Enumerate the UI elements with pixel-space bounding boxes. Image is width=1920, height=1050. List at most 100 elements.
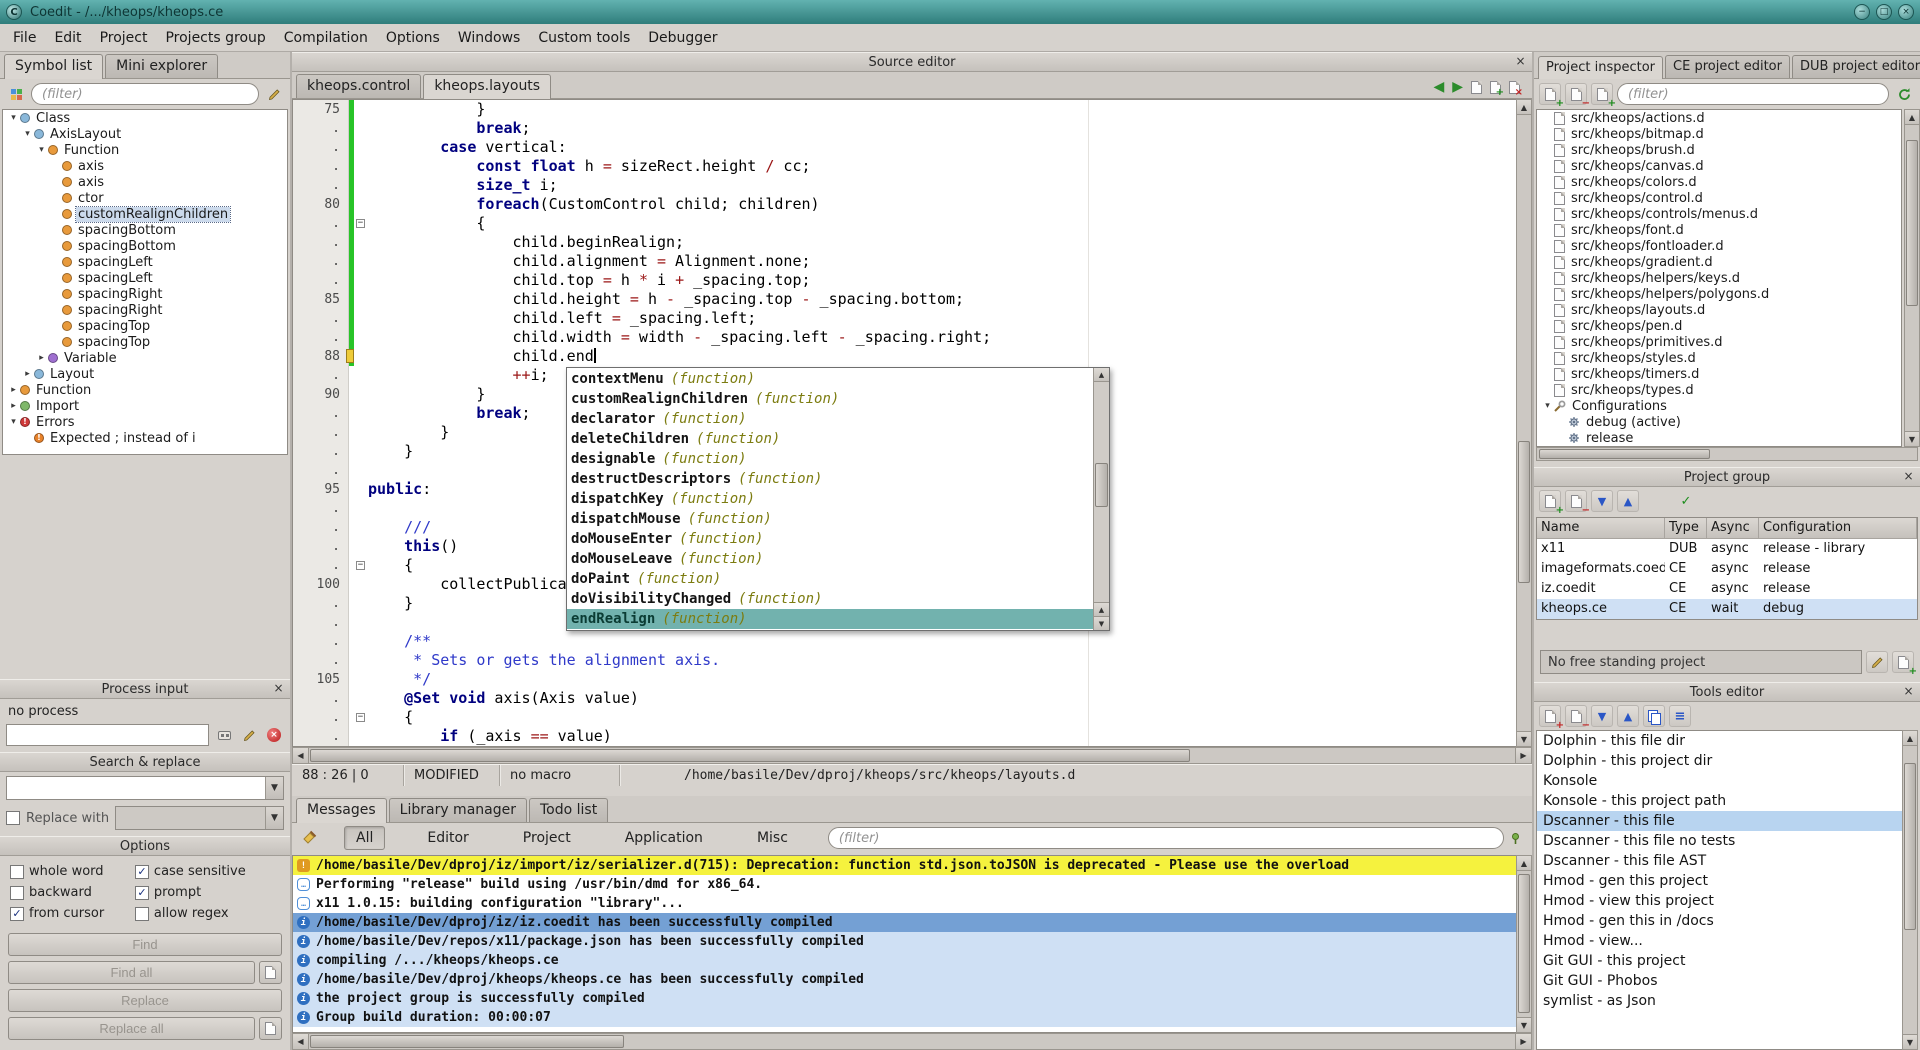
cell-configuration[interactable]: debug	[1759, 599, 1917, 619]
close-icon[interactable]: ×	[271, 682, 286, 697]
scrollbar-thumb[interactable]	[310, 749, 1190, 762]
go-forward-icon[interactable]: ▶	[1452, 80, 1463, 94]
refresh-icon[interactable]	[1893, 83, 1915, 105]
completion-item-declarator[interactable]: declarator(function)	[567, 409, 1093, 429]
menu-file[interactable]: File	[4, 27, 45, 49]
file-release[interactable]: release	[1537, 430, 1901, 446]
cell-configuration[interactable]: release	[1759, 559, 1917, 579]
symbol-variable[interactable]: ▸Variable	[3, 350, 287, 366]
clone-tool-icon[interactable]	[1643, 705, 1665, 727]
symbol-spacingleft[interactable]: spacingLeft	[3, 270, 287, 286]
minimize-button[interactable]: −	[1854, 4, 1870, 20]
completion-item-destructdescriptors[interactable]: destructDescriptors(function)	[567, 469, 1093, 489]
clear-messages-icon[interactable]	[298, 827, 320, 849]
chevron-down-icon[interactable]: ▼	[265, 777, 283, 799]
search-term-combobox[interactable]: ▼	[6, 776, 284, 800]
scrollbar-track[interactable]	[1517, 115, 1531, 731]
symbol-ctor[interactable]: ctor	[3, 190, 287, 206]
symbol-spacingtop[interactable]: spacingTop	[3, 334, 287, 350]
inspector-filter-input[interactable]	[1617, 83, 1889, 105]
file-debug-active[interactable]: debug (active)	[1537, 414, 1901, 430]
scrollbar-thumb[interactable]	[1539, 449, 1710, 459]
collapse-arrow-icon[interactable]: ▾	[1541, 401, 1554, 411]
scroll-left-icon[interactable]: ◀	[293, 748, 309, 763]
tool-dolphin-this-file-dir[interactable]: Dolphin - this file dir	[1537, 731, 1902, 751]
completion-item-deletechildren[interactable]: deleteChildren(function)	[567, 429, 1093, 449]
scroll-up-icon[interactable]: ▲	[1094, 368, 1109, 382]
message-row[interactable]: …Performing "release" build using /usr/b…	[293, 875, 1516, 894]
cell-async[interactable]: async	[1707, 539, 1759, 559]
window-titlebar[interactable]: C Coedit - /.../kheops/kheops.ce − □ ×	[0, 0, 1920, 24]
file-configurations[interactable]: ▾Configurations	[1537, 398, 1901, 414]
completion-item-contextmenu[interactable]: contextMenu(function)	[567, 369, 1093, 389]
close-button[interactable]: ×	[1898, 4, 1914, 20]
file-src-kheops-font-d[interactable]: src/kheops/font.d	[1537, 222, 1901, 238]
checkbox-prompt[interactable]: ✓prompt	[135, 885, 280, 900]
checkbox-case-sensitive[interactable]: ✓case sensitive	[135, 864, 280, 879]
file-src-kheops-brush-d[interactable]: src/kheops/brush.d	[1537, 142, 1901, 158]
scrollbar-track[interactable]	[1517, 871, 1531, 1017]
file-src-kheops-control-d[interactable]: src/kheops/control.d	[1537, 190, 1901, 206]
symbol-spacingleft[interactable]: spacingLeft	[3, 254, 287, 270]
messages-horizontal-scrollbar[interactable]: ◀ ▶	[292, 1033, 1532, 1050]
symbol-layout[interactable]: ▸Layout	[3, 366, 287, 382]
completion-item-dopaint[interactable]: doPaint(function)	[567, 569, 1093, 589]
completion-item-domouseleave[interactable]: doMouseLeave(function)	[567, 549, 1093, 569]
tool-dscanner-this-file-no-tests[interactable]: Dscanner - this file no tests	[1537, 831, 1902, 851]
file-src-kheops-primitives-d[interactable]: src/kheops/primitives.d	[1537, 334, 1901, 350]
cell-configuration[interactable]: release - library	[1759, 539, 1917, 559]
menu-edit[interactable]: Edit	[45, 27, 90, 49]
expand-arrow-icon[interactable]: ▸	[7, 401, 20, 411]
cell-configuration[interactable]: release	[1759, 579, 1917, 599]
scroll-down-icon[interactable]: ▼	[1517, 1017, 1531, 1032]
tool-hmod-gen-this-in-docs[interactable]: Hmod - gen this in /docs	[1537, 911, 1902, 931]
add-tool-icon[interactable]: +	[1539, 705, 1561, 727]
cell-async[interactable]: wait	[1707, 599, 1759, 619]
file-src-kheops-styles-d[interactable]: src/kheops/styles.d	[1537, 350, 1901, 366]
message-row[interactable]: …x11 1.0.15: building configuration "lib…	[293, 894, 1516, 913]
pen-icon[interactable]	[239, 725, 259, 745]
expand-arrow-icon[interactable]: ▸	[7, 385, 20, 395]
tab-kheops-control[interactable]: kheops.control	[296, 74, 421, 98]
scrollbar-thumb[interactable]	[1095, 463, 1108, 507]
remove-source-icon[interactable]: −	[1565, 83, 1587, 105]
scrollbar-thumb[interactable]	[1518, 874, 1530, 1013]
file-src-kheops-helpers-polygons-d[interactable]: src/kheops/helpers/polygons.d	[1537, 286, 1901, 302]
symbol-function[interactable]: ▸Function	[3, 382, 287, 398]
tool-dscanner-this-file-ast[interactable]: Dscanner - this file AST	[1537, 851, 1902, 871]
file-src-kheops-actions-d[interactable]: src/kheops/actions.d	[1537, 110, 1901, 126]
scrollbar-thumb[interactable]	[1518, 441, 1530, 583]
chevron-down-icon[interactable]: ▼	[265, 807, 283, 829]
tab-project-inspector[interactable]: Project inspector	[1538, 56, 1663, 79]
symbol-axislayout[interactable]: ▾AxisLayout	[3, 126, 287, 142]
filter-application[interactable]: Application	[613, 826, 715, 850]
edit-project-icon[interactable]	[1866, 651, 1888, 673]
symbol-axis[interactable]: axis	[3, 174, 287, 190]
move-tool-down-icon[interactable]: ▼	[1591, 705, 1613, 727]
cell-type[interactable]: DUB	[1665, 539, 1707, 559]
completion-item-dovisibilitychanged[interactable]: doVisibilityChanged(function)	[567, 589, 1093, 609]
filter-all[interactable]: All	[344, 826, 385, 850]
cell-async[interactable]: async	[1707, 559, 1759, 579]
cell-name[interactable]: iz.coedit	[1537, 579, 1665, 599]
close-icon[interactable]: ×	[1513, 55, 1528, 70]
cell-type[interactable]: CE	[1665, 599, 1707, 619]
file-tree-scrollbar[interactable]: ▲ ▼	[1904, 109, 1920, 447]
symbol-axis[interactable]: axis	[3, 158, 287, 174]
add-project-icon[interactable]: +	[1539, 490, 1561, 512]
scrollbar-thumb[interactable]	[310, 1035, 624, 1048]
add-source-icon[interactable]: +	[1539, 83, 1561, 105]
scroll-up-icon[interactable]: ▲	[1094, 602, 1109, 616]
filter-project[interactable]: Project	[511, 826, 583, 850]
categories-icon[interactable]	[5, 83, 27, 105]
move-project-down-icon[interactable]: ▼	[1591, 490, 1613, 512]
file-src-kheops-helpers-keys-d[interactable]: src/kheops/helpers/keys.d	[1537, 270, 1901, 286]
move-tool-up-icon[interactable]: ▲	[1617, 705, 1639, 727]
scrollbar-thumb[interactable]	[1904, 763, 1916, 930]
scroll-right-icon[interactable]: ▶	[1515, 1034, 1531, 1049]
symbol-expected-instead-of-i[interactable]: !Expected ; instead of i	[3, 430, 287, 446]
menu-options[interactable]: Options	[377, 27, 449, 49]
maximize-button[interactable]: □	[1876, 4, 1892, 20]
message-row[interactable]: !/home/basile/Dev/dproj/iz/import/iz/ser…	[293, 856, 1516, 875]
scroll-up-icon[interactable]: ▲	[1903, 731, 1917, 746]
